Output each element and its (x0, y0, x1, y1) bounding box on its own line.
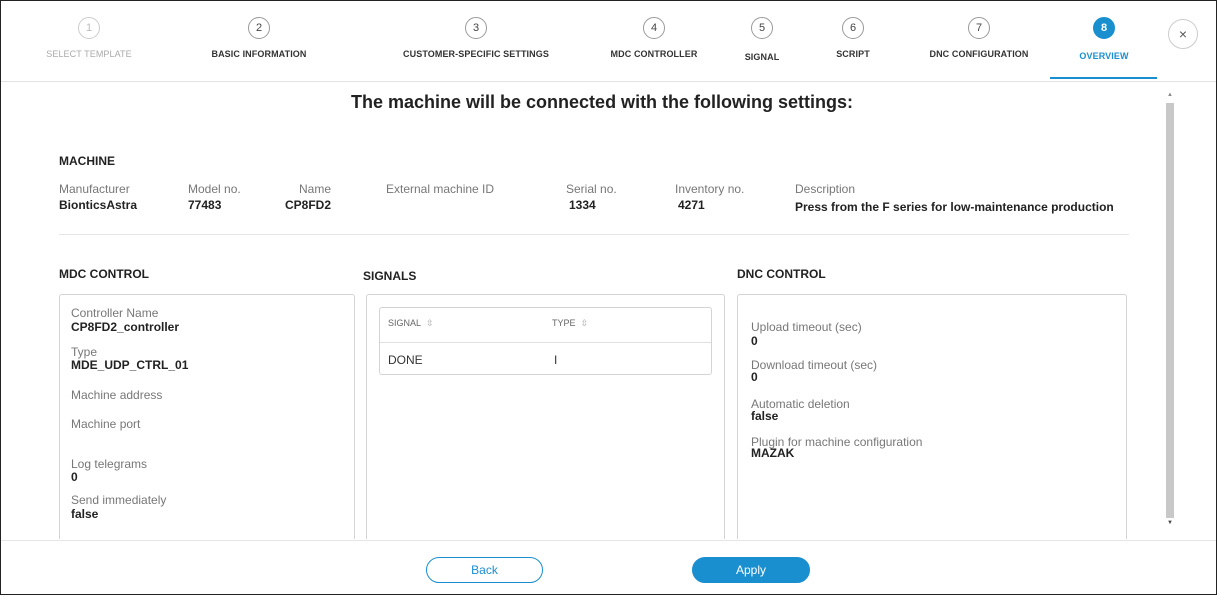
close-button[interactable]: × (1168, 19, 1198, 49)
external-machine-id-label: External machine ID (386, 182, 495, 196)
log-telegrams-value: 0 (71, 470, 78, 484)
upload-timeout-value: 0 (751, 334, 758, 348)
step-signal[interactable]: 5 SIGNAL (737, 17, 787, 62)
step-number: 6 (842, 17, 864, 39)
serial-no-value: 1334 (569, 198, 596, 212)
machine-heading: MACHINE (59, 154, 115, 168)
step-select-template: 1 SELECT TEMPLATE (39, 17, 139, 59)
step-overview[interactable]: 8 OVERVIEW (1064, 17, 1144, 61)
step-dnc-configuration[interactable]: 7 DNC CONFIGURATION (919, 17, 1039, 59)
step-mdc-controller[interactable]: 4 MDC CONTROLLER (604, 17, 704, 59)
dnc-control-heading: DNC CONTROL (737, 267, 826, 281)
step-label: SIGNAL (744, 52, 780, 62)
controller-name-label: Controller Name (71, 306, 159, 320)
inventory-no-value: 4271 (678, 198, 705, 212)
step-label: BASIC INFORMATION (211, 49, 307, 59)
send-immediately-label: Send immediately (71, 493, 167, 507)
controller-name-value: CP8FD2_controller (71, 320, 180, 334)
vertical-scrollbar[interactable]: ▲ ▼ (1164, 89, 1176, 531)
sort-icon: ⇳ (426, 318, 434, 328)
inventory-no-label: Inventory no. (675, 182, 745, 196)
scroll-thumb[interactable] (1166, 103, 1174, 518)
model-no-value: 77483 (188, 198, 222, 212)
download-timeout-label: Download timeout (sec) (751, 358, 878, 372)
step-number: 4 (643, 17, 665, 39)
serial-no-label: Serial no. (566, 182, 617, 196)
step-number: 8 (1093, 17, 1115, 39)
automatic-deletion-value: false (751, 409, 779, 423)
step-label: SELECT TEMPLATE (46, 49, 132, 59)
machine-address-label: Machine address (71, 388, 163, 402)
send-immediately-value: false (71, 507, 99, 521)
machine-port-label: Machine port (71, 417, 141, 431)
close-icon: × (1178, 26, 1188, 42)
step-number: 5 (751, 17, 773, 39)
log-telegrams-label: Log telegrams (71, 457, 148, 471)
signals-table: SIGNAL ⇳ TYPE ⇳ DONE I (379, 307, 712, 375)
dnc-control-panel: Upload timeout (sec) 0 Download timeout … (737, 294, 1127, 539)
description-label: Description (795, 182, 856, 196)
mdc-control-heading: MDC CONTROL (59, 267, 149, 281)
signals-panel: SIGNAL ⇳ TYPE ⇳ DONE I (366, 294, 725, 539)
step-script[interactable]: 6 SCRIPT (828, 17, 878, 59)
type-column-header[interactable]: TYPE ⇳ (552, 318, 588, 329)
type-value: MDE_UDP_CTRL_01 (71, 358, 189, 372)
download-timeout-value: 0 (751, 370, 758, 384)
upload-timeout-label: Upload timeout (sec) (751, 320, 862, 334)
step-basic-information[interactable]: 2 BASIC INFORMATION (204, 17, 314, 59)
step-label: OVERVIEW (1079, 51, 1129, 61)
steps-divider (1, 81, 1216, 82)
type-cell: I (554, 353, 558, 367)
page-title: The machine will be connected with the f… (351, 92, 854, 112)
step-customer-specific-settings[interactable]: 3 CUSTOMER-SPECIFIC SETTINGS (396, 17, 556, 59)
description-value: Press from the F series for low-maintena… (795, 200, 1114, 214)
step-number: 7 (968, 17, 990, 39)
step-label: SCRIPT (836, 49, 870, 59)
wizard-steps: 1 SELECT TEMPLATE 2 BASIC INFORMATION 3 … (1, 1, 1216, 81)
step-label: DNC CONFIGURATION (929, 49, 1029, 59)
step-number: 3 (465, 17, 487, 39)
signals-heading: SIGNALS (363, 269, 417, 283)
apply-button[interactable]: Apply (692, 557, 810, 583)
scroll-up-icon[interactable]: ▲ (1167, 92, 1173, 98)
signal-cell: DONE (388, 353, 423, 367)
name-value: CP8FD2 (285, 198, 332, 212)
plugin-value: MAZAK (751, 446, 795, 460)
type-label: Type (71, 345, 98, 359)
name-label: Name (299, 182, 332, 196)
step-label: MDC CONTROLLER (610, 49, 698, 59)
table-row-divider (380, 342, 711, 343)
section-divider (59, 234, 1129, 235)
footer-divider (1, 540, 1216, 541)
sort-icon: ⇳ (580, 318, 589, 328)
manufacturer-label: Manufacturer (59, 182, 130, 196)
step-number: 1 (78, 17, 100, 39)
wizard-dialog: 1 SELECT TEMPLATE 2 BASIC INFORMATION 3 … (0, 0, 1217, 595)
step-number: 2 (248, 17, 270, 39)
back-button[interactable]: Back (426, 557, 543, 583)
step-label: CUSTOMER-SPECIFIC SETTINGS (403, 49, 549, 59)
manufacturer-value: BionticsAstra (59, 198, 138, 212)
active-step-indicator (1050, 77, 1157, 79)
signal-column-header[interactable]: SIGNAL ⇳ (388, 318, 434, 329)
mdc-control-panel: Controller Name CP8FD2_controller Type M… (59, 294, 355, 539)
scroll-down-icon[interactable]: ▼ (1167, 520, 1173, 526)
model-no-label: Model no. (188, 182, 241, 196)
